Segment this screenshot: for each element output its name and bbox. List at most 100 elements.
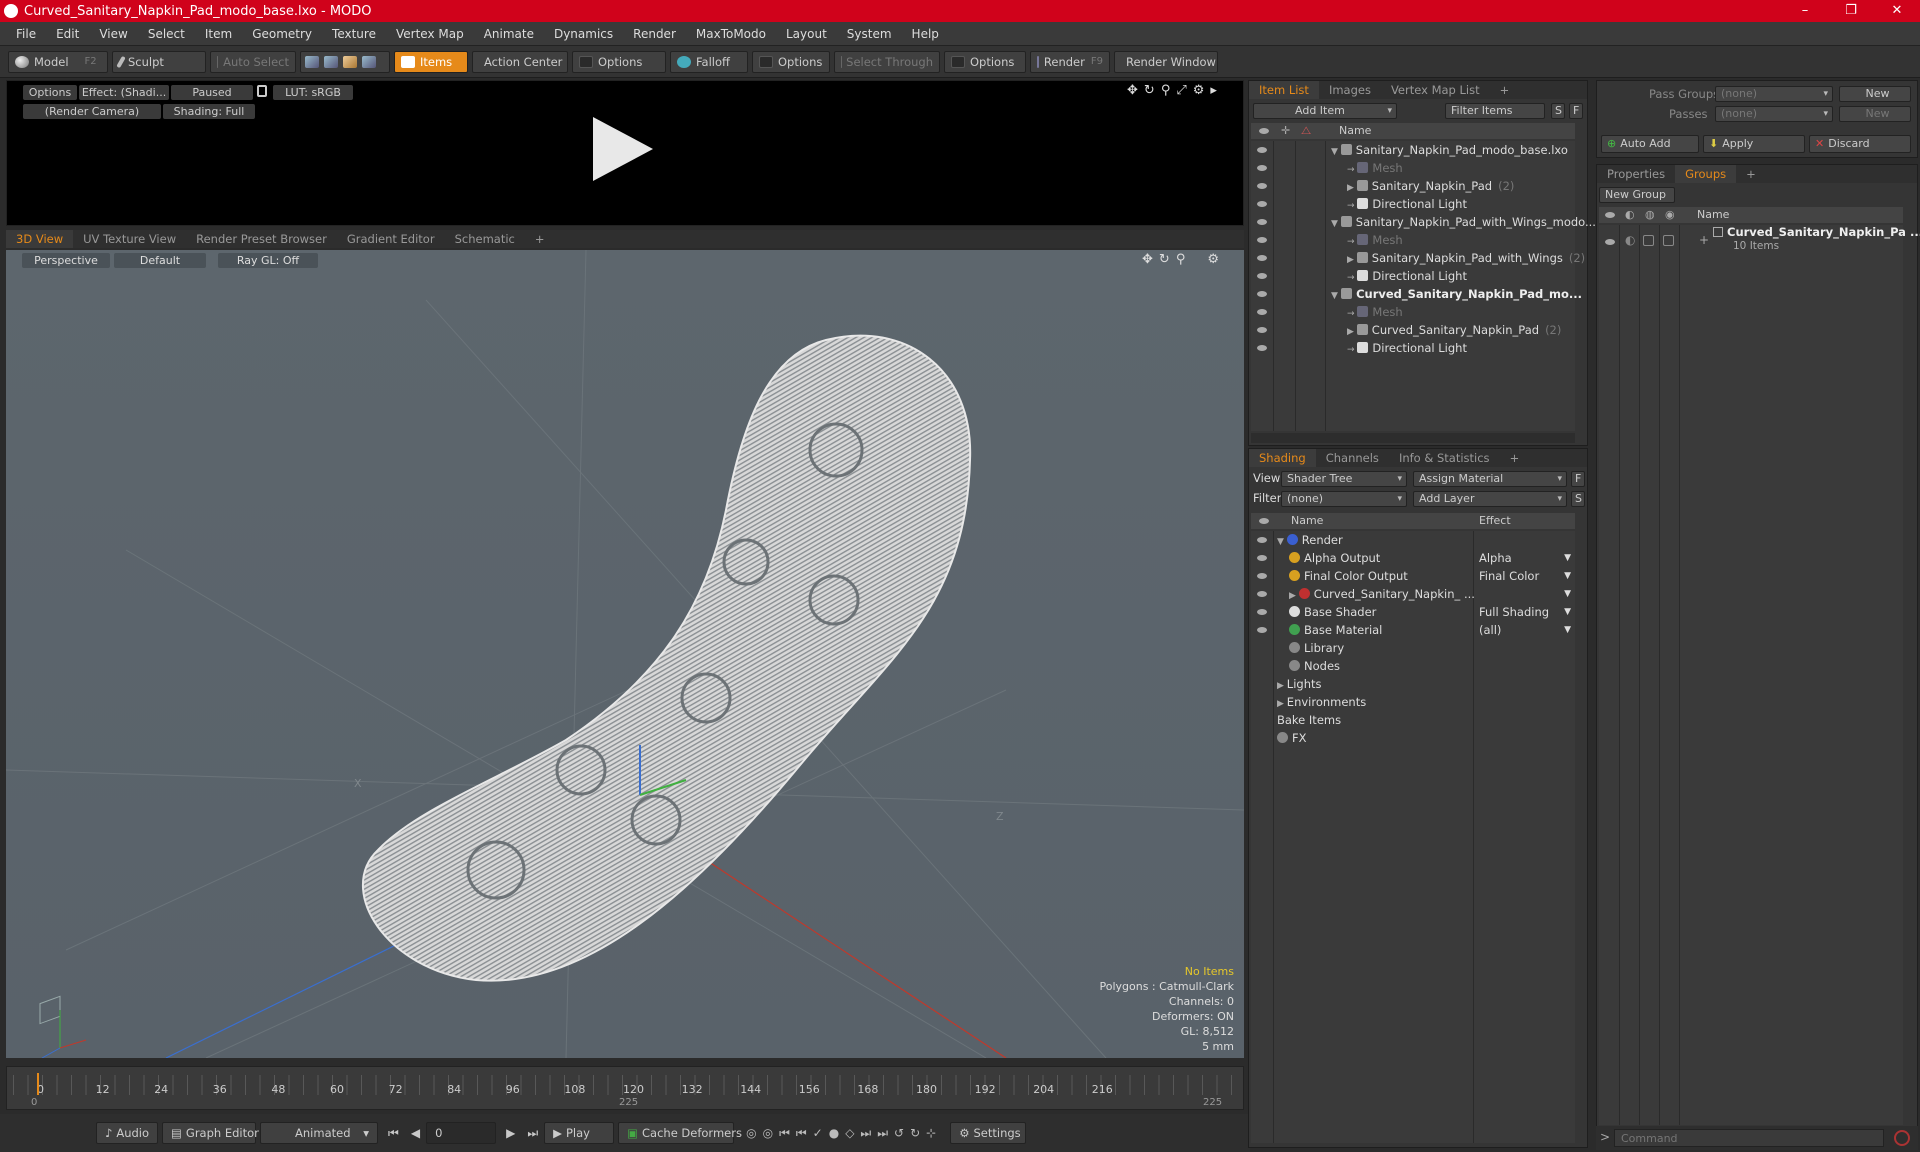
lock-icon[interactable] — [257, 85, 267, 97]
group-row[interactable]: ◐ + Curved_Sanitary_Napkin_Pa ... 10 Ite… — [1599, 225, 1920, 259]
assign-material-dropdown[interactable]: Assign Material ▾ — [1413, 471, 1567, 487]
menu-texture[interactable]: Texture — [322, 27, 386, 41]
menu-system[interactable]: System — [837, 27, 902, 41]
add-tab-button[interactable]: + — [1490, 81, 1520, 99]
menu-maxtomodo[interactable]: MaxToModo — [686, 27, 776, 41]
menu-item[interactable]: Item — [195, 27, 242, 41]
item-row[interactable]: ▶ Sanitary_Napkin_Pad (2) — [1347, 177, 1514, 195]
sculpt-mode-button[interactable]: Sculpt — [112, 50, 206, 73]
cache-deformers-button[interactable]: ▣ Cache Deformers — [618, 1122, 742, 1144]
tab-3d-view[interactable]: 3D View — [6, 230, 74, 248]
item-row[interactable]: ▶ Curved_Sanitary_Napkin_Pad (2) — [1347, 321, 1561, 339]
command-input[interactable] — [1614, 1129, 1884, 1147]
add-tab-button[interactable]: + — [525, 232, 555, 246]
effect-dropdown[interactable]: Full Shading ▼ — [1479, 603, 1573, 621]
preview-paused-button[interactable]: Paused — [171, 85, 253, 100]
filter-s-button[interactable]: S — [1551, 103, 1565, 119]
tab-shading[interactable]: Shading — [1249, 449, 1316, 467]
eye-icon[interactable] — [1257, 573, 1267, 579]
eye-icon[interactable] — [1257, 183, 1267, 189]
item-row[interactable]: ▼ Curved_Sanitary_Napkin_Pad_mo... — [1331, 285, 1582, 303]
auto-select-button[interactable]: Auto Select — [210, 50, 296, 73]
record-icon[interactable] — [1894, 1130, 1910, 1146]
shader-row[interactable]: FX — [1277, 729, 1307, 747]
graph-editor-button[interactable]: ▤ Graph Editor — [162, 1122, 259, 1144]
lock-checkbox[interactable] — [1643, 235, 1654, 246]
shader-row[interactable]: ▶ Curved_Sanitary_Napkin_ ... — [1289, 585, 1475, 603]
tab-uv-texture-view[interactable]: UV Texture View — [73, 232, 186, 246]
eye-icon[interactable] — [1257, 237, 1267, 243]
expanded-arrow-icon[interactable]: ▼ — [1277, 537, 1287, 547]
polygons-mode-icon[interactable] — [343, 55, 357, 68]
eye-icon[interactable] — [1257, 273, 1267, 279]
add-tab-button[interactable]: + — [1500, 449, 1530, 467]
item-row[interactable]: ▼ Sanitary_Napkin_Pad_with_Wings_modo... — [1331, 213, 1596, 231]
maximize-button[interactable]: ❐ — [1828, 0, 1874, 22]
falloff-button[interactable]: Falloff — [670, 50, 748, 73]
item-row[interactable]: → Directional Light — [1347, 339, 1467, 357]
close-button[interactable]: ✕ — [1874, 0, 1920, 22]
shader-row[interactable]: Base Material — [1289, 621, 1382, 639]
play-icon[interactable] — [593, 117, 653, 181]
menu-render[interactable]: Render — [623, 27, 686, 41]
add-item-dropdown[interactable]: Add Item ▾ — [1253, 103, 1397, 119]
new-pass-button[interactable]: New — [1839, 106, 1911, 122]
select-through-options-button[interactable]: Options — [944, 50, 1026, 73]
action-center-button[interactable]: Action Center — [472, 50, 568, 73]
auto-add-button[interactable]: ⊕ Auto Add — [1601, 135, 1699, 153]
effect-dropdown[interactable]: ▼ — [1479, 585, 1573, 603]
collapsed-arrow-icon[interactable]: ▶ — [1347, 183, 1357, 193]
shader-row[interactable]: Base Shader — [1289, 603, 1376, 621]
shader-row[interactable]: ▶ Environments — [1277, 693, 1366, 711]
key-tools-icons[interactable]: ◎◎⏮⏮✓●◇⏭⏭↺↻⊹ — [746, 1126, 942, 1141]
render-window-button[interactable]: Render Window — [1114, 50, 1218, 73]
tab-info-statistics[interactable]: Info & Statistics — [1389, 449, 1500, 467]
shader-row[interactable]: Library — [1289, 639, 1344, 657]
preview-lut-dropdown[interactable]: LUT: sRGB — [273, 85, 353, 100]
item-row[interactable]: ▶ Sanitary_Napkin_Pad_with_Wings (2) — [1347, 249, 1585, 267]
preview-effect-dropdown[interactable]: Effect: (Shadi... — [79, 85, 169, 100]
collapsed-arrow-icon[interactable]: ▶ — [1347, 255, 1357, 265]
eye-icon[interactable] — [1257, 255, 1267, 261]
eye-icon[interactable] — [1257, 201, 1267, 207]
gear-icon[interactable]: ⚙ — [1193, 83, 1205, 98]
filter-items-input[interactable]: Filter Items — [1445, 103, 1545, 119]
tab-schematic[interactable]: Schematic — [445, 232, 525, 246]
skip-start-icon[interactable]: ⏮ — [388, 1126, 399, 1141]
effect-dropdown[interactable]: Final Color ▼ — [1479, 567, 1573, 585]
minimize-button[interactable]: – — [1782, 0, 1828, 22]
eye-icon[interactable] — [1257, 609, 1267, 615]
pass-groups-dropdown[interactable]: (none) ▾ — [1715, 86, 1833, 102]
3d-viewport[interactable]: Perspective Default Ray GL: Off ✥ ↻ ⚲ ⚙ — [6, 250, 1244, 1058]
menu-view[interactable]: View — [89, 27, 137, 41]
model-mode-button[interactable]: Model F2 — [8, 50, 108, 73]
passes-dropdown[interactable]: (none) ▾ — [1715, 106, 1833, 122]
add-layer-dropdown[interactable]: Add Layer ▾ — [1413, 491, 1567, 507]
shader-row[interactable]: Bake Items — [1277, 711, 1341, 729]
collapsed-arrow-icon[interactable]: ▶ — [1347, 327, 1357, 337]
filter-f-button[interactable]: F — [1569, 103, 1583, 119]
audio-button[interactable]: ♪ Audio — [96, 1122, 159, 1144]
zoom-icon[interactable]: ⚲ — [1161, 83, 1171, 98]
animated-dropdown[interactable]: Animated ▾ — [260, 1122, 379, 1144]
menu-layout[interactable]: Layout — [776, 27, 837, 41]
menu-edit[interactable]: Edit — [46, 27, 89, 41]
expand-icon[interactable]: + — [1699, 233, 1709, 247]
shader-row[interactable]: Final Color Output — [1289, 567, 1408, 585]
tab-properties[interactable]: Properties — [1597, 165, 1675, 183]
select-through-button[interactable]: Select Through — [834, 50, 940, 73]
apply-button[interactable]: ⬇ Apply — [1703, 135, 1805, 153]
step-forward-icon[interactable]: ▶ — [506, 1126, 515, 1140]
eye-icon[interactable] — [1257, 627, 1267, 633]
effect-dropdown[interactable]: (all) ▼ — [1479, 621, 1573, 639]
eye-icon[interactable] — [1257, 165, 1267, 171]
arrow-right-icon[interactable]: ▸ — [1210, 83, 1217, 98]
settings-button[interactable]: ⚙ Settings — [950, 1122, 1027, 1144]
item-row[interactable]: → Directional Light — [1347, 195, 1467, 213]
eye-icon[interactable] — [1257, 591, 1267, 597]
menu-file[interactable]: File — [6, 27, 46, 41]
step-back-icon[interactable]: ◀ — [411, 1126, 420, 1140]
menu-dynamics[interactable]: Dynamics — [544, 27, 623, 41]
effect-dropdown[interactable]: Alpha ▼ — [1479, 549, 1573, 567]
item-row[interactable]: → Mesh — [1347, 303, 1403, 321]
